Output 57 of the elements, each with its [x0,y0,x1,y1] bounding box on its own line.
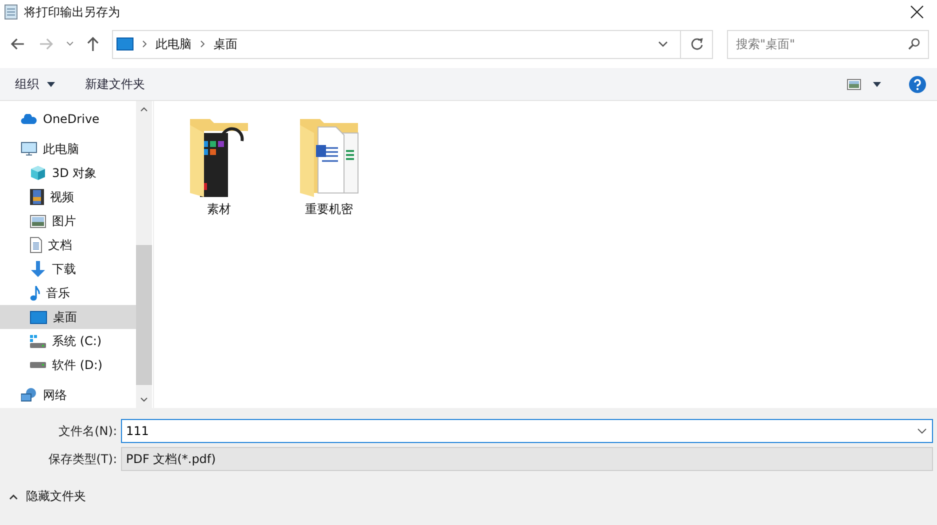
address-bar[interactable]: 此电脑 桌面 [112,30,714,58]
new-folder-button[interactable]: 新建文件夹 [85,72,145,96]
dropdown-caret-icon[interactable] [658,41,668,47]
scroll-up-icon[interactable] [140,107,148,112]
down-arrow-icon [30,261,46,277]
scroll-down-icon[interactable] [140,397,148,402]
close-icon [910,5,924,19]
sidebar-item[interactable]: 3D 对象 [0,161,136,185]
window-title: 将打印输出另存为 [24,4,120,20]
document-icon [30,237,42,253]
field-label: 文件名(N): [58,422,118,440]
search-icon [908,38,920,50]
sidebar-item[interactable]: 文档 [0,233,136,257]
breadcrumb[interactable]: 此电脑 [156,36,192,52]
sidebar-item[interactable]: 网络 [0,383,136,407]
field-label: 保存类型(T): [47,450,118,468]
desktop-icon [30,310,47,324]
view-icon[interactable] [847,78,861,90]
monitor-icon [21,142,37,156]
sidebar-item[interactable]: 音乐 [0,281,136,305]
refresh-icon [690,37,704,51]
drive-icon [30,362,46,368]
sidebar-item[interactable]: 软件 (D:) [0,353,136,377]
filename-field[interactable]: 111 [121,419,933,443]
notepad-icon [4,4,18,20]
scrollbar[interactable] [136,101,152,408]
sidebar-item[interactable]: 此电脑 [0,137,136,161]
network-icon [21,388,37,402]
organize-menu[interactable]: 组织 [15,72,55,96]
sidebar-item[interactable]: OneDrive [0,107,136,131]
help-icon[interactable] [909,76,926,92]
sidebar-item[interactable]: 视频 [0,185,136,209]
dropdown-caret-icon[interactable] [917,428,927,434]
cloud-icon [21,114,37,124]
file-type-dropdown[interactable]: PDF 文档(*.pdf) [121,447,933,471]
cube-icon [30,165,46,181]
search-field[interactable]: 搜索"桌面" [727,30,930,58]
drive-icon [30,334,46,348]
sidebar-item[interactable]: 图片 [0,209,136,233]
chevron-icon [200,40,206,48]
monitor-icon [116,37,134,51]
film-icon [30,189,44,205]
caret-icon [47,82,55,86]
hide-folders-toggle[interactable]: 隐藏文件夹 [9,488,86,505]
chevron-icon [142,40,148,48]
music-note-icon [30,285,40,301]
sidebar-item[interactable]: 下载 [0,257,136,281]
folder-item[interactable]: 重要机密 [294,117,364,218]
caret-icon[interactable] [873,82,881,86]
sidebar-item[interactable]: 桌面 [0,305,136,329]
breadcrumb[interactable]: 桌面 [214,36,238,52]
back-arrow-icon[interactable] [10,36,26,52]
sidebar-item[interactable]: 系统 (C:) [0,329,136,353]
folder-item[interactable]: 素材 [184,117,254,218]
chevron-up-icon [9,494,18,500]
up-arrow-icon[interactable] [86,36,100,52]
image-icon [30,214,46,228]
